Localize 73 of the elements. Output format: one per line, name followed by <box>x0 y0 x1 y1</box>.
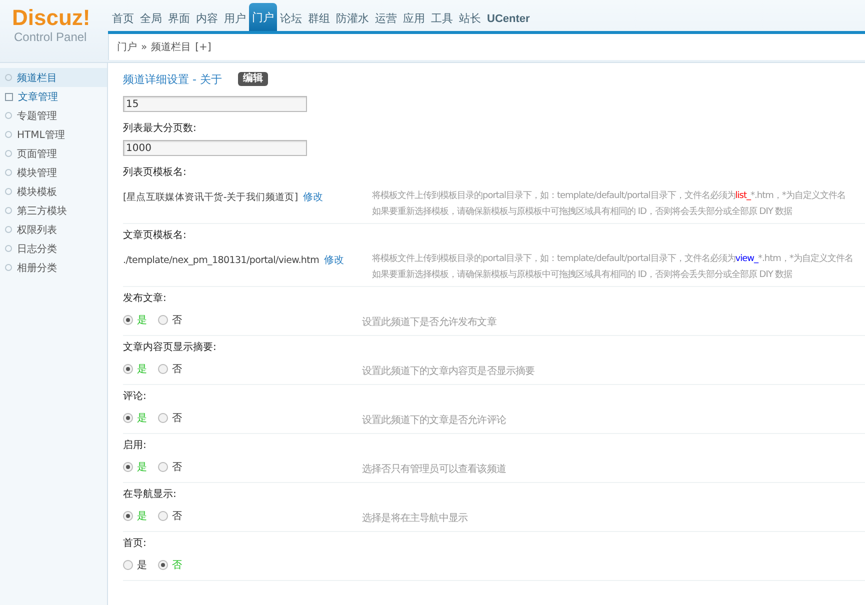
hint-text: 设置此频道下是否允许发布文章 <box>362 316 498 330</box>
nav-tab[interactable]: 内容 <box>193 9 221 31</box>
sidebar-item[interactable]: 专题管理 <box>0 106 107 125</box>
nav-tab[interactable]: 用户 <box>221 9 249 31</box>
bullet-icon <box>5 207 12 214</box>
edit-link[interactable]: 修改 <box>302 190 323 204</box>
nav-tab[interactable]: 站长 <box>456 9 484 31</box>
hint-text: 如果要重新选择模板，请确保新模板与原模板中可拖拽区域具有相同的 ID，否则将会丢失部分或全部原 DIY 数据 <box>372 206 794 219</box>
sidebar-item[interactable]: 日志分类 <box>0 239 107 258</box>
radio-option[interactable]: 否 <box>158 411 182 425</box>
edit-badge[interactable]: 编辑 <box>238 72 268 86</box>
setting-label: 文章内容页显示摘要: <box>123 340 218 355</box>
radio-option[interactable]: 否 <box>158 509 182 523</box>
radio-option[interactable]: 否 <box>158 313 182 327</box>
radio-option[interactable]: 否 <box>158 362 182 376</box>
breadcrumb-item[interactable]: 门户 <box>117 40 137 54</box>
bullet-icon <box>5 169 12 176</box>
logo-title: Discuz! <box>12 6 92 30</box>
setting-label: 首页: <box>123 537 148 551</box>
nav-tab[interactable]: 论坛 <box>277 9 305 31</box>
setting-label: 评论: <box>123 390 148 404</box>
setting-label: 在导航显示: <box>123 488 178 502</box>
bullet-icon <box>5 245 12 252</box>
hint-text: 选择否只有管理员可以查看该频道 <box>362 462 508 477</box>
nav-tab[interactable]: 首页 <box>109 9 137 31</box>
hint-text: 如果要重新选择模板，请确保新模板与原模板中可拖拽区域具有相同的 ID，否则将会丢失部分或全部原 DIY 数据 <box>372 268 794 282</box>
nav-tab[interactable]: 群组 <box>305 9 333 31</box>
bullet-icon <box>5 74 12 81</box>
bullet-icon <box>5 264 12 271</box>
breadcrumb-separator: » <box>141 42 148 52</box>
breadcrumb-item[interactable]: 频道栏目 <box>151 40 192 54</box>
hint-text: 将模板文件上传到模板目录的portal目录下，如：template/default/portal目录下，文件名必须为view_*.htm，*为自定义文件名 <box>372 252 854 266</box>
bullet-icon <box>5 131 12 138</box>
setting-label: 发布文章: <box>123 292 168 306</box>
bullet-icon <box>5 226 12 233</box>
template-name: ./template/nex_pm_180131/portal/view.htm <box>123 254 320 266</box>
setting-label: 启用: <box>123 438 148 453</box>
nav-tab[interactable]: 应用 <box>400 9 428 31</box>
bullet-icon <box>5 150 12 157</box>
nav-tab[interactable]: 全局 <box>137 9 165 31</box>
hint-text: 设置此频道下的文章是否允许评论 <box>362 414 508 428</box>
input-field[interactable]: 1000 <box>123 140 307 156</box>
sidebar-item[interactable]: 权限列表 <box>0 220 107 239</box>
edit-link[interactable]: 修改 <box>324 253 344 267</box>
nav-tab[interactable]: 运营 <box>372 9 400 31</box>
setting-label: 列表页模板名: <box>123 166 188 180</box>
logo-subtitle: Control Panel <box>13 30 88 44</box>
nav-tab[interactable]: UCenter <box>484 9 533 31</box>
sidebar-item[interactable]: 频道栏目 <box>0 68 107 87</box>
breadcrumb-item[interactable]: [+] <box>195 42 212 52</box>
sidebar-item[interactable]: 相册分类 <box>0 258 107 277</box>
sidebar-item[interactable]: 第三方模块 <box>0 201 107 220</box>
sidebar-item[interactable]: HTML管理 <box>0 125 107 144</box>
radio-option[interactable]: 否 <box>158 460 182 474</box>
bullet-icon <box>5 112 12 119</box>
setting-label: 文章页模板名: <box>123 228 188 243</box>
sidebar-item[interactable]: 文章管理 <box>0 87 107 106</box>
input-field[interactable]: 15 <box>123 96 307 112</box>
sidebar-item[interactable]: 页面管理 <box>0 144 107 163</box>
radio-option[interactable]: 是 <box>123 558 147 572</box>
nav-tab[interactable]: 防灌水 <box>333 9 372 31</box>
nav-tab[interactable]: 界面 <box>165 9 193 31</box>
hint-text: 设置此频道下的文章内容页是否显示摘要 <box>362 364 536 379</box>
hint-text: 将模板文件上传到模板目录的portal目录下，如：template/default/portal目录下，文件名必须为list_*.htm，*为自定义文件名 <box>372 190 846 203</box>
setting-label: 列表最大分页数: <box>123 122 198 136</box>
bullet-icon <box>5 188 12 195</box>
nav-tab[interactable]: 工具 <box>428 9 456 31</box>
hint-text: 选择是将在主导航中显示 <box>362 512 469 526</box>
nav-tab[interactable]: 门户 <box>249 3 277 31</box>
sidebar-item[interactable]: 模块模板 <box>0 182 107 201</box>
section-title: 频道详细设置 - 关于 <box>123 72 222 86</box>
template-name: [星点互联媒体资讯干货-关于我们频道页] <box>123 190 298 204</box>
sidebar-item[interactable]: 模块管理 <box>0 163 107 182</box>
